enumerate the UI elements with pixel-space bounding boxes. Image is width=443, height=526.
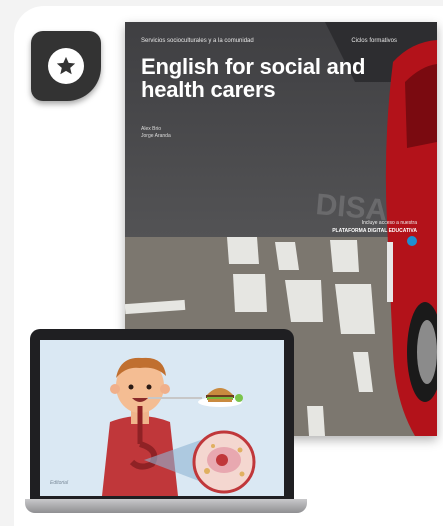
laptop-base xyxy=(25,499,307,513)
laptop-screen: Editorial xyxy=(40,340,284,496)
authors: Alex Brio Jorge Aranda xyxy=(141,126,171,140)
laptop-lid: Editorial xyxy=(30,329,294,501)
platform-caption: Incluye acceso a nuestra xyxy=(361,220,417,226)
platform-logo-icon xyxy=(407,236,417,246)
author-name: Alex Brio xyxy=(141,126,162,132)
screen-signature: Editorial xyxy=(50,480,69,486)
badge-circle xyxy=(48,48,84,84)
platform-name: PLATAFORMA DIGITAL EDUCATIVA xyxy=(332,228,417,234)
digestive-system-illustration xyxy=(40,340,284,496)
series-label: Servicios socioculturales y a la comunid… xyxy=(141,38,254,44)
star-icon xyxy=(56,56,76,75)
featured-badge[interactable] xyxy=(31,31,101,101)
author-name: Jorge Aranda xyxy=(141,133,171,139)
laptop-mockup: Editorial xyxy=(25,329,307,526)
book-title: English for social and health carers xyxy=(141,54,366,102)
edition-label: Ciclos formativos xyxy=(351,38,397,44)
